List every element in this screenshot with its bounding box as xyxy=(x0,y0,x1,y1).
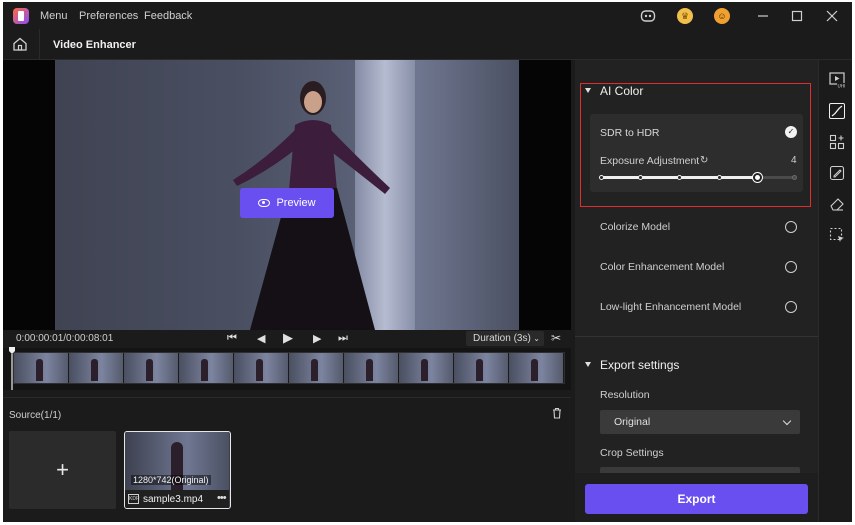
slider-knob[interactable] xyxy=(752,173,762,182)
collapse-triangle-icon xyxy=(585,362,591,367)
file-info-bar: KDR sample3.mp4 ••• xyxy=(125,490,229,508)
maximize-icon[interactable] xyxy=(789,8,805,24)
app-logo-icon xyxy=(13,8,29,24)
preview-button[interactable]: Preview xyxy=(240,188,334,218)
exposure-label: Exposure Adjustment xyxy=(600,155,700,167)
user-avatar-icon[interactable]: ☺ xyxy=(714,8,730,24)
slider-step-dot xyxy=(638,175,644,180)
trash-icon[interactable] xyxy=(551,407,563,419)
page-title: Video Enhancer xyxy=(53,39,136,51)
color-curve-icon[interactable] xyxy=(829,103,845,119)
refresh-icon[interactable]: ↻ xyxy=(700,155,708,166)
colorize-model-label: Colorize Model xyxy=(600,221,671,233)
check-icon[interactable]: ✓ xyxy=(785,126,797,138)
ai-color-header[interactable]: AI Color xyxy=(585,84,643,98)
duration-select[interactable]: Duration (3s) ⌄ xyxy=(466,331,544,346)
source-panel: Source(1/1) + 1280*742(Original) KDR sam… xyxy=(3,397,571,522)
collapse-triangle-icon xyxy=(585,88,591,93)
video-file-icon: KDR xyxy=(128,494,140,504)
more-options-icon[interactable]: ••• xyxy=(217,492,227,504)
app-window: Menu Preferences Feedback ♛ ☺ Video Enha… xyxy=(3,2,852,522)
edit-icon[interactable] xyxy=(829,165,845,181)
frame-thumbnail xyxy=(234,353,289,383)
source-label: Source(1/1) xyxy=(9,410,62,421)
frame-thumbnail xyxy=(124,353,179,383)
page-header: Video Enhancer xyxy=(3,29,852,60)
export-button[interactable]: Export xyxy=(585,484,808,514)
preview-label: Preview xyxy=(276,197,316,209)
play-icon[interactable]: ▶ xyxy=(283,330,293,346)
video-preview: Preview xyxy=(3,60,571,330)
skip-back-icon[interactable]: ⏮ xyxy=(227,332,237,345)
chevron-down-icon: ⌄ xyxy=(533,334,540,343)
eye-icon xyxy=(258,199,271,207)
frame-thumbnail xyxy=(509,353,564,383)
uhd-video-icon[interactable]: UHD xyxy=(829,72,848,90)
section-divider xyxy=(575,336,818,337)
export-settings-header[interactable]: Export settings xyxy=(585,358,679,372)
step-back-icon[interactable]: ◀ xyxy=(257,332,265,345)
ai-object-icon[interactable] xyxy=(829,134,845,150)
playback-controls: 0:00:00:01/0:00:08:01 ⏮ ◀ ▶ ▶ ⏭ Duration… xyxy=(3,330,571,348)
discord-icon[interactable] xyxy=(640,8,656,24)
frame-thumbnail xyxy=(399,353,454,383)
low-light-model-label: Low-light Enhancement Model xyxy=(600,301,742,313)
export-settings-title: Export settings xyxy=(600,358,680,372)
slider-step-dot xyxy=(716,175,722,180)
svg-text:UHD: UHD xyxy=(838,84,846,89)
close-icon[interactable] xyxy=(824,8,840,24)
frame-thumbnail xyxy=(344,353,399,383)
colorize-model-radio[interactable] xyxy=(785,221,797,233)
title-bar: Menu Preferences Feedback ♛ ☺ xyxy=(3,2,852,29)
slider-end-dot xyxy=(792,175,797,180)
add-file-button[interactable]: + xyxy=(9,431,116,509)
slider-step-dot xyxy=(599,175,604,180)
thumbnail-strip xyxy=(13,352,565,384)
slider-step-dot xyxy=(677,175,683,180)
header-divider xyxy=(39,29,40,60)
timecode: 0:00:00:01/0:00:08:01 xyxy=(16,333,114,344)
frame-thumbnail xyxy=(179,353,234,383)
home-icon[interactable] xyxy=(12,36,28,52)
color-enhancement-model-label: Color Enhancement Model xyxy=(600,261,725,273)
resolution-label: Resolution xyxy=(600,389,650,401)
exposure-value: 4 xyxy=(791,155,797,166)
minimize-icon[interactable] xyxy=(755,8,771,24)
preferences-button[interactable]: Preferences xyxy=(79,10,138,22)
export-footer: Export xyxy=(575,473,818,522)
low-light-model-radio[interactable] xyxy=(785,301,797,313)
chevron-down-icon xyxy=(782,416,792,426)
plus-icon: + xyxy=(56,457,69,482)
sdr-to-hdr-label: SDR to HDR xyxy=(600,127,660,139)
file-card[interactable]: 1280*742(Original) KDR sample3.mp4 ••• xyxy=(124,431,231,509)
step-forward-icon[interactable]: ▶ xyxy=(313,332,321,345)
crop-settings-label: Crop Settings xyxy=(600,447,664,459)
eraser-icon[interactable] xyxy=(829,196,845,212)
file-name: sample3.mp4 xyxy=(143,494,204,505)
resolution-badge: 1280*742(Original) xyxy=(131,475,211,485)
coin-icon[interactable]: ♛ xyxy=(677,8,693,24)
frame-thumbnail xyxy=(289,353,344,383)
frame-thumbnail xyxy=(69,353,124,383)
color-enhancement-model-radio[interactable] xyxy=(785,261,797,273)
menu-button[interactable]: Menu xyxy=(40,10,68,22)
tool-sidebar: UHD xyxy=(818,60,852,522)
feedback-button[interactable]: Feedback xyxy=(144,10,192,22)
sdr-to-hdr-card: SDR to HDR ✓ Exposure Adjustment ↻ 4 xyxy=(590,114,803,192)
resolution-select[interactable]: Original xyxy=(600,410,800,434)
skip-forward-icon[interactable]: ⏭ xyxy=(338,332,348,345)
resolution-value: Original xyxy=(614,416,651,428)
selection-icon[interactable] xyxy=(829,227,845,243)
playhead-handle[interactable] xyxy=(8,346,16,390)
settings-panel: AI Color SDR to HDR ✓ Exposure Adjustmen… xyxy=(575,60,818,522)
exposure-slider[interactable] xyxy=(599,173,797,182)
frame-thumbnail xyxy=(454,353,509,383)
filmstrip[interactable] xyxy=(3,346,571,390)
scissors-icon[interactable]: ✂ xyxy=(551,331,561,345)
frame-thumbnail xyxy=(14,353,69,383)
duration-label: Duration (3s) xyxy=(473,333,531,344)
ai-color-title: AI Color xyxy=(600,84,644,98)
